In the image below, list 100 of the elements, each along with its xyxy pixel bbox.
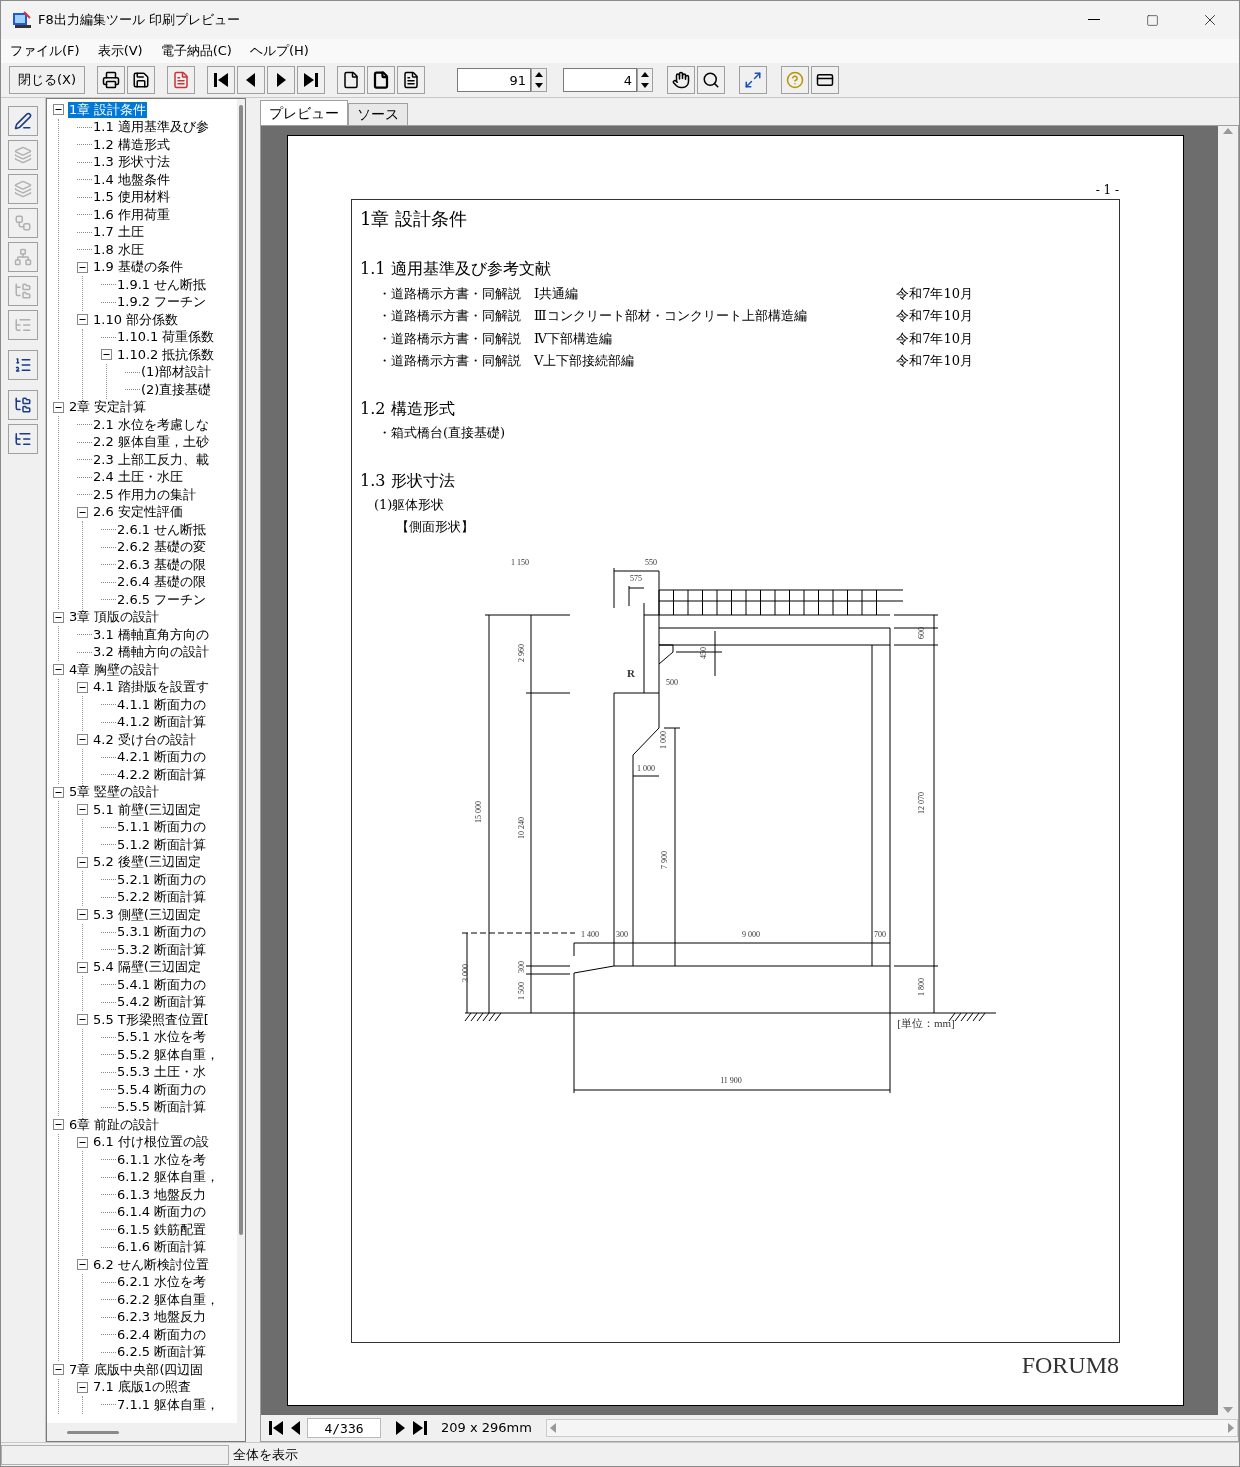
tree-item[interactable]: 4.1.1 断面力の xyxy=(116,696,208,713)
collapse-icon[interactable] xyxy=(77,734,88,746)
tree-item[interactable]: 6.1 付け根位置の設 xyxy=(92,1134,210,1151)
previous-page-button[interactable] xyxy=(237,66,266,94)
tree-item[interactable]: 2.2 躯体自重，土砂 xyxy=(92,434,210,451)
collapse-icon[interactable] xyxy=(53,786,64,798)
tree-item[interactable]: 2.6.4 基礎の限 xyxy=(116,574,208,591)
tree-item[interactable]: 5.5.4 断面力の xyxy=(116,1081,208,1098)
next-page-button[interactable] xyxy=(267,66,296,94)
tree-item[interactable]: 5章 竪壁の設計 xyxy=(68,784,161,801)
tree-item[interactable]: 6.1.5 鉄筋配置 xyxy=(116,1221,208,1238)
tree-item[interactable]: 1章 設計条件 xyxy=(68,101,148,118)
menu-item[interactable]: 表示(V) xyxy=(97,41,143,61)
tree-item[interactable]: 4.1 踏掛版を設置す xyxy=(92,679,210,696)
tree-item[interactable]: 5.5.5 断面計算 xyxy=(116,1099,208,1116)
tree-item[interactable]: 5.1.2 断面計算 xyxy=(116,836,208,853)
tree-item[interactable]: 7章 底版中央部(四辺固 xyxy=(68,1361,205,1378)
page-number-field[interactable]: 4 xyxy=(563,68,638,92)
tree-item[interactable]: 5.5.2 躯体自重， xyxy=(116,1046,221,1063)
single-page-button[interactable] xyxy=(337,66,366,94)
scroll-left-icon[interactable] xyxy=(549,1423,556,1433)
tree-item[interactable]: 1.2 構造形式 xyxy=(92,136,171,153)
tree-item[interactable]: 1.9.1 せん断抵 xyxy=(116,276,208,293)
side-tool-button[interactable] xyxy=(8,390,38,420)
first-page-icon[interactable] xyxy=(267,1419,285,1437)
tree-item[interactable]: 1.9 基礎の条件 xyxy=(92,259,184,276)
info-card-button[interactable] xyxy=(811,66,840,94)
tree-item[interactable]: 6.1.1 水位を考 xyxy=(116,1151,208,1168)
tree-item[interactable]: 4.2 受け台の設計 xyxy=(92,731,197,748)
fit-page-button[interactable] xyxy=(739,66,768,94)
tree-item[interactable]: 1.4 地盤条件 xyxy=(92,171,171,188)
pan-button[interactable] xyxy=(667,66,696,94)
tree-item[interactable]: 6.2 せん断検討位置 xyxy=(92,1256,210,1273)
tree-item[interactable]: 5.3.1 断面力の xyxy=(116,924,208,941)
tree-item[interactable]: 2.6.1 せん断抵 xyxy=(116,521,208,538)
collapse-icon[interactable] xyxy=(53,1364,64,1376)
collapse-icon[interactable] xyxy=(77,261,88,273)
first-icon[interactable] xyxy=(212,71,231,89)
collapse-icon[interactable] xyxy=(77,314,88,326)
page-frame-button[interactable] xyxy=(367,66,396,94)
tree-item[interactable]: 2.1 水位を考慮しな xyxy=(92,416,210,433)
tree-item[interactable]: 1.10.2 抵抗係数 xyxy=(116,346,216,363)
tree-item[interactable]: 6.2.2 躯体自重， xyxy=(116,1291,221,1308)
search-button[interactable] xyxy=(697,66,726,94)
collapse-icon[interactable] xyxy=(77,1014,88,1026)
tree-item[interactable]: 1.5 使用材料 xyxy=(92,189,171,206)
tree-item[interactable]: 4.2.1 断面力の xyxy=(116,749,208,766)
tree-item[interactable]: 6.1.6 断面計算 xyxy=(116,1239,208,1256)
tree-item[interactable]: 2.4 土圧・水圧 xyxy=(92,469,184,486)
collapse-icon[interactable] xyxy=(77,1259,88,1271)
tree-item[interactable]: 5.2.1 断面力の xyxy=(116,871,208,888)
collapse-icon[interactable] xyxy=(77,961,88,973)
collapse-icon[interactable] xyxy=(53,664,64,676)
tree-item[interactable]: 6章 前趾の設計 xyxy=(68,1116,161,1133)
tree-item[interactable]: 6.2.4 断面力の xyxy=(116,1326,208,1343)
tree-item[interactable]: (2)直接基礎 xyxy=(140,381,213,398)
tree-item[interactable]: 1.3 形状寸法 xyxy=(92,154,171,171)
tree-item[interactable]: 5.4 隔壁(三辺固定 xyxy=(92,959,202,976)
collapse-icon[interactable] xyxy=(77,856,88,868)
page-field[interactable]: 4/336 xyxy=(307,1418,381,1438)
collapse-icon[interactable] xyxy=(53,401,64,413)
tree-item[interactable]: 5.2 後壁(三辺固定 xyxy=(92,854,202,871)
side-tool-button[interactable] xyxy=(8,350,38,380)
last-icon[interactable] xyxy=(302,71,321,89)
tree-item[interactable]: 5.5 T形梁照査位置[ xyxy=(92,1011,210,1028)
collapse-icon[interactable] xyxy=(53,1119,64,1131)
collapse-icon[interactable] xyxy=(101,349,112,361)
print-button[interactable] xyxy=(97,66,126,94)
zoom-field[interactable]: 91 xyxy=(457,68,532,92)
last-page-icon[interactable] xyxy=(411,1419,429,1437)
tree-item[interactable]: 5.5.1 水位を考 xyxy=(116,1029,208,1046)
tree-item[interactable]: 2.6 安定性評価 xyxy=(92,504,184,521)
document-button[interactable] xyxy=(167,66,196,94)
tab[interactable]: ソース xyxy=(348,103,408,125)
tree-item[interactable]: 5.3.2 断面計算 xyxy=(116,941,208,958)
collapse-icon[interactable] xyxy=(53,611,64,623)
side-tool-button[interactable] xyxy=(8,106,38,136)
tree-item[interactable]: 5.1.1 断面力の xyxy=(116,819,208,836)
tree-item[interactable]: 6.1.3 地盤反力 xyxy=(116,1186,208,1203)
collapse-icon[interactable] xyxy=(77,804,88,816)
last-page-button[interactable] xyxy=(297,66,326,94)
tree-item[interactable]: 6.2.1 水位を考 xyxy=(116,1274,208,1291)
first-page-button[interactable] xyxy=(207,66,236,94)
tree-item[interactable]: 6.2.5 断面計算 xyxy=(116,1344,208,1361)
menu-item[interactable]: ファイル(F) xyxy=(10,41,80,61)
tree-item[interactable]: 2.3 上部工反力、載 xyxy=(92,451,210,468)
tree-item[interactable]: 7.1 底版1の照査 xyxy=(92,1379,193,1396)
tree-item[interactable]: 3.2 橋軸方向の設計 xyxy=(92,644,210,661)
tree-item[interactable]: 7.1.1 躯体自重， xyxy=(116,1396,221,1413)
tree-item[interactable]: 5.4.2 断面計算 xyxy=(116,994,208,1011)
tree-item[interactable]: 3.1 橋軸直角方向の xyxy=(92,626,210,643)
save-button[interactable] xyxy=(127,66,156,94)
menu-item[interactable]: 電子納品(C) xyxy=(160,41,232,61)
tree-item[interactable]: 1.10.1 荷重係数 xyxy=(116,329,216,346)
collapse-icon[interactable] xyxy=(53,104,64,116)
collapse-icon[interactable] xyxy=(77,1136,88,1148)
tree-item[interactable]: 4.1.2 断面計算 xyxy=(116,714,208,731)
horizontal-scrollbar[interactable] xyxy=(545,1419,1238,1437)
tree-item[interactable]: 1.9.2 フーチン xyxy=(116,294,208,311)
tree-item[interactable]: 3章 頂版の設計 xyxy=(68,609,161,626)
